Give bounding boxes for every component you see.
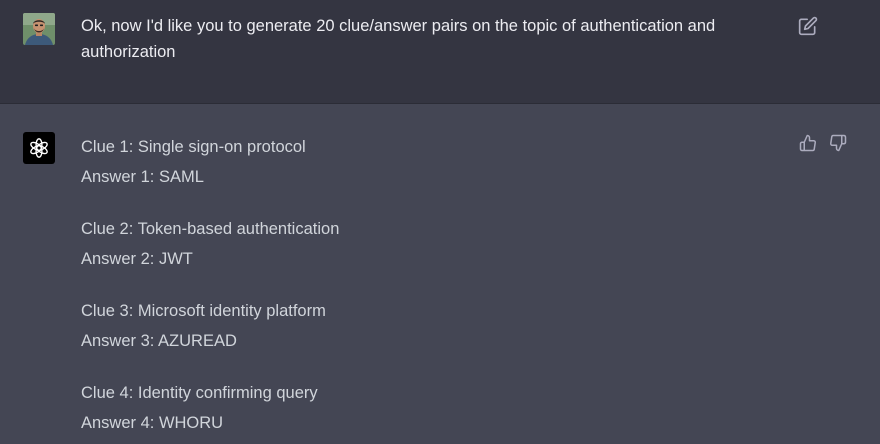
clue-answer-pair: Clue 1: Single sign-on protocol Answer 1… xyxy=(81,132,781,192)
answer-text: Answer 4: WHORU xyxy=(81,414,224,432)
clue-text: Clue 1: Single sign-on protocol xyxy=(81,138,306,156)
edit-button[interactable] xyxy=(798,16,818,36)
user-avatar xyxy=(23,13,55,45)
openai-logo-icon xyxy=(30,138,48,158)
clue-text: Clue 4: Identity confirming query xyxy=(81,384,318,402)
clue-text: Clue 2: Token-based authentication xyxy=(81,220,340,238)
user-message-text: Ok, now I'd like you to generate 20 clue… xyxy=(81,17,716,61)
clue-answer-pair: Clue 3: Microsoft identity platform Answ… xyxy=(81,296,781,356)
assistant-message-row: Clue 1: Single sign-on protocol Answer 1… xyxy=(0,104,880,444)
edit-icon xyxy=(798,16,818,36)
clue-answer-pair: Clue 4: Identity confirming query Answer… xyxy=(81,378,781,438)
answer-text: Answer 2: JWT xyxy=(81,250,193,268)
user-message-row: Ok, now I'd like you to generate 20 clue… xyxy=(0,0,880,104)
chat-thread: Ok, now I'd like you to generate 20 clue… xyxy=(0,0,880,444)
answer-text: Answer 3: AZUREAD xyxy=(81,332,237,350)
clue-text: Clue 3: Microsoft identity platform xyxy=(81,302,326,320)
thumbs-up-button[interactable] xyxy=(799,134,819,154)
assistant-message-text: Clue 1: Single sign-on protocol Answer 1… xyxy=(81,132,781,444)
thumbs-up-icon xyxy=(799,134,816,152)
clue-answer-pair: Clue 2: Token-based authentication Answe… xyxy=(81,214,781,274)
assistant-avatar xyxy=(23,132,55,164)
answer-text: Answer 1: SAML xyxy=(81,168,204,186)
thumbs-down-button[interactable] xyxy=(829,134,849,154)
thumbs-down-icon xyxy=(830,134,847,152)
